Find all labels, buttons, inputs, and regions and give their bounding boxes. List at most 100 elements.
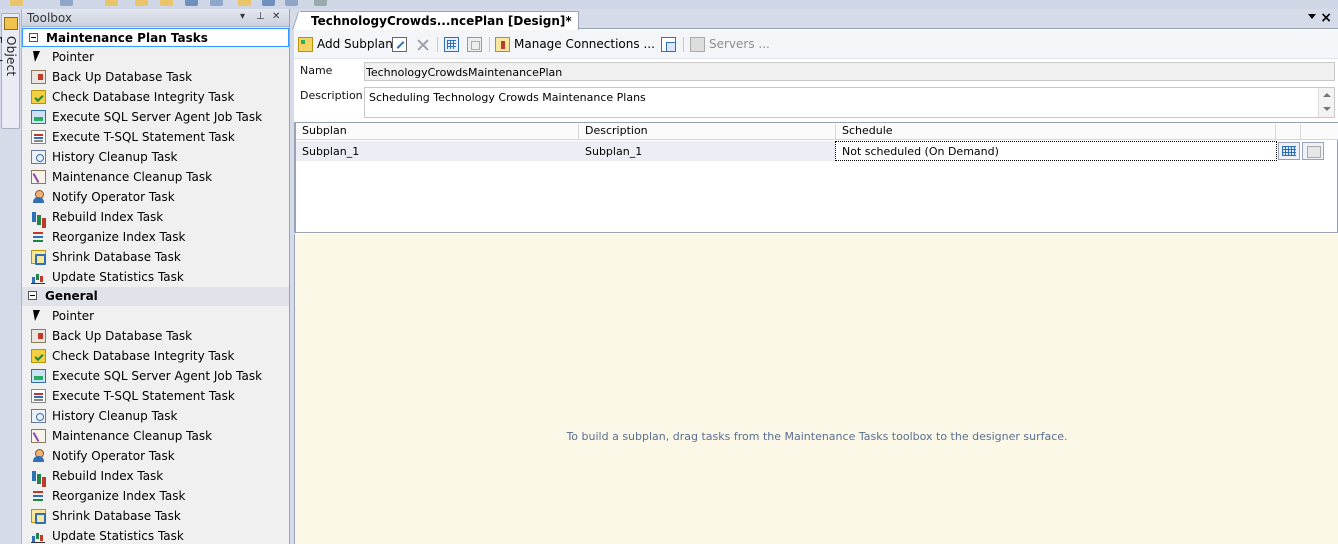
toolbox-item[interactable]: Pointer [22,306,289,326]
toolbox-panel: Toolbox ▾ ⊥ ✕ Maintenance Plan Tasks Poin… [22,9,290,544]
servers-label: Servers ... [709,37,770,51]
toolbox-item[interactable]: Reorganize Index Task [22,227,289,247]
column-header-blank [1276,124,1301,140]
delete-subplan-button[interactable] [415,35,434,53]
toolbox-item[interactable]: Rebuild Index Task [22,466,289,486]
collapse-icon[interactable] [29,33,38,42]
tab-maintenance-plan-design[interactable]: TechnologyCrowds...ncePlan [Design]* [300,11,579,30]
schedule-calendar-button[interactable] [1278,142,1300,160]
scroll-up-icon[interactable] [1323,93,1331,97]
toolbox-item[interactable]: Reorganize Index Task [22,486,289,506]
toolbox-item[interactable]: Notify Operator Task [22,446,289,466]
plan-description-field[interactable]: Scheduling Technology Crowds Maintenance… [364,87,1335,118]
reporting-button[interactable] [661,35,680,53]
designer-hint-text: To build a subplan, drag tasks from the … [566,430,1068,443]
toolbar-icon[interactable] [285,0,298,6]
toolbox-item[interactable]: Maintenance Cleanup Task [22,426,289,446]
toolbox-item[interactable]: Execute T-SQL Statement Task [22,386,289,406]
pointer-icon [31,50,46,64]
collapse-icon[interactable] [28,291,37,300]
column-header-schedule[interactable]: Schedule [836,124,1276,140]
manage-connections-button[interactable]: Manage Connections ... [495,35,669,53]
close-icon[interactable]: × [1320,10,1332,26]
toolbar-icon[interactable] [105,0,118,6]
toolbox-item[interactable]: Back Up Database Task [22,67,289,87]
maintenance-cleanup-icon [31,170,46,184]
toolbar-icon[interactable] [262,0,275,6]
edit-subplan-button[interactable] [392,35,411,53]
toolbox-item[interactable]: Maintenance Cleanup Task [22,167,289,187]
shrink-database-icon [31,250,46,265]
toolbox-item-label: Maintenance Cleanup Task [52,170,213,184]
remove-schedule-button[interactable] [467,35,486,53]
toolbar-icon[interactable] [160,0,173,6]
toolbox-category-maintenance-plan-tasks[interactable]: Maintenance Plan Tasks [22,28,289,47]
plan-name-field[interactable]: TechnologyCrowdsMaintenancePlan [364,62,1335,81]
toolbox-category-general[interactable]: General [22,287,289,306]
add-subplan-button[interactable]: Add Subplan [298,35,393,53]
toolbox-item[interactable]: Check Database Integrity Task [22,346,289,366]
column-header-description[interactable]: Description [579,124,836,140]
remove-schedule-row-button[interactable] [1302,142,1324,160]
reorganize-index-icon [31,230,46,244]
name-label: Name [300,64,333,77]
column-header-subplan[interactable]: Subplan [296,124,579,140]
toolbox-item[interactable]: Execute T-SQL Statement Task [22,127,289,147]
toolbox-item[interactable]: Check Database Integrity Task [22,87,289,107]
shrink-database-icon [31,509,46,524]
toolbox-item-label: Rebuild Index Task [52,210,164,224]
toolbox-item-label: Update Statistics Task [52,270,184,284]
designer-toolbar: Add Subplan Manage Connections ... Serve… [294,30,1338,59]
object-explorer-tab[interactable]: Object Explorer [0,13,20,129]
description-cell[interactable]: Subplan_1 [579,141,836,161]
close-icon[interactable]: ✕ [272,11,280,22]
schedule-calendar-icon [444,36,459,52]
toolbar-icon[interactable] [238,0,251,6]
toolbar-icon[interactable] [210,0,223,6]
notify-operator-icon [31,449,46,463]
toolbox-item[interactable]: Update Statistics Task [22,267,289,287]
toolbar-icon[interactable] [60,0,73,6]
reporting-icon [661,36,676,52]
toolbar-icon[interactable] [314,0,327,6]
toolbox-item-label: Pointer [52,309,95,323]
description-scrollbar[interactable] [1318,88,1334,117]
toolbox-item-label: Check Database Integrity Task [52,349,235,363]
scroll-down-icon[interactable] [1323,107,1331,111]
history-cleanup-icon [31,409,46,423]
designer-surface[interactable]: To build a subplan, drag tasks from the … [294,234,1338,544]
toolbox-item[interactable]: Notify Operator Task [22,187,289,207]
delete-icon [415,37,430,52]
toolbox-item-label: Rebuild Index Task [52,469,164,483]
subplan-grid: Subplan Description Schedule Subplan_1 S… [294,122,1338,233]
pointer-icon [31,309,46,323]
toolbox-item[interactable]: History Cleanup Task [22,147,289,167]
toolbox-item-label: Check Database Integrity Task [52,90,235,104]
toolbar-separator [489,37,490,52]
table-row[interactable]: Subplan_1 Subplan_1 Not scheduled (On De… [296,141,1338,161]
toolbox-item[interactable]: Shrink Database Task [22,506,289,526]
toolbox-item-label: Notify Operator Task [52,190,175,204]
pin-icon[interactable]: ⊥ [256,11,265,22]
chevron-down-icon[interactable] [1308,14,1316,19]
object-explorer-strip: Object Explorer [0,9,22,544]
toolbox-item[interactable]: Execute SQL Server Agent Job Task [22,366,289,386]
toolbar-icon[interactable] [10,0,23,6]
toolbox-item[interactable]: History Cleanup Task [22,406,289,426]
toolbox-item[interactable]: Shrink Database Task [22,247,289,267]
toolbox-item[interactable]: Update Statistics Task [22,526,289,544]
toolbox-item[interactable]: Back Up Database Task [22,326,289,346]
add-subplan-icon [298,36,313,52]
toolbox-item[interactable]: Execute SQL Server Agent Job Task [22,107,289,127]
check-integrity-icon [31,349,46,363]
schedule-cell[interactable]: Not scheduled (On Demand) [835,141,1277,161]
subplan-cell[interactable]: Subplan_1 [296,141,579,161]
servers-button[interactable]: Servers ... [690,35,770,53]
toolbar-icon[interactable] [135,0,148,6]
toolbar-icon[interactable] [185,0,198,6]
dropdown-arrow-icon[interactable]: ▾ [240,11,245,22]
subplan-schedule-button[interactable] [444,35,463,53]
reorganize-index-icon [31,489,46,503]
toolbox-item[interactable]: Rebuild Index Task [22,207,289,227]
toolbox-item[interactable]: Pointer [22,47,289,67]
